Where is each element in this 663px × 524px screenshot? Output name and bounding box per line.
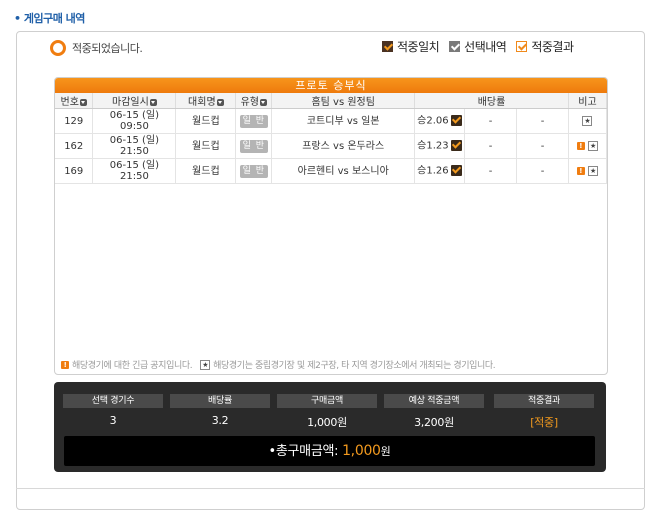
col-odds: 배당률 (414, 93, 569, 109)
legend-label: 적중일치 (397, 40, 440, 54)
row-match: 코트디부 vs 일본 (271, 108, 416, 134)
summary-value-expected: 3,200원 (414, 416, 454, 429)
row-odd-win: 승1.23 (414, 133, 466, 159)
summary-label-purchase: 구매금액 (277, 394, 377, 408)
col-deadline[interactable]: 마감일시 (92, 93, 177, 109)
total-label: •총구매금액: (268, 444, 339, 459)
row-no: 162 (55, 133, 94, 159)
checked-outline-checkbox-icon (516, 41, 528, 52)
summary-label-expected: 예상 적중금액 (384, 394, 484, 408)
bet-grid: 프로토 승부식 번호 마감일시 대회명 유형 홈팀 vs 원정팀 배당률 비고 … (54, 77, 608, 375)
checked-dark-checkbox-icon (382, 41, 393, 52)
row-deadline: 06-15 (일) 21:50 (92, 133, 177, 159)
row-odd-win: 승1.26 (414, 158, 466, 184)
legend-item-selection: 선택내역 (449, 38, 507, 55)
checked-dark-checkbox-icon (450, 140, 462, 152)
note-urgent: ! 해당경기에 대한 긴급 공지입니다. (61, 358, 193, 371)
table-row: 162 06-15 (일) 21:50 월드컵 일 반 프랑스 vs 온두라스 승… (55, 133, 607, 159)
sort-icon[interactable] (260, 98, 268, 106)
row-odd-win: 승2.06 (414, 108, 466, 134)
table-row: 129 06-15 (일) 09:50 월드컵 일 반 코트디부 vs 일본 승2… (55, 108, 607, 134)
col-league[interactable]: 대회명 (175, 93, 237, 109)
row-type: 일 반 (235, 158, 273, 184)
row-odd-draw: - (464, 158, 518, 184)
summary-value-games: 3 (109, 414, 117, 427)
exclamation-icon: ! (576, 166, 585, 175)
summary-value-odds: 3.2 (211, 414, 229, 427)
type-badge: 일 반 (239, 139, 269, 153)
star-icon: ★ (200, 359, 211, 370)
row-type: 일 반 (235, 108, 273, 134)
row-no: 129 (55, 108, 94, 134)
row-league: 월드컵 (175, 133, 237, 159)
star-icon: ★ (588, 165, 599, 176)
sort-icon[interactable] (216, 98, 224, 106)
status-row: 적중되었습니다. (50, 40, 143, 56)
sort-icon[interactable] (149, 98, 157, 106)
col-type[interactable]: 유형 (235, 93, 273, 109)
row-note: ! ★ (568, 158, 607, 184)
col-note: 비고 (568, 93, 607, 109)
row-note: ! ★ (568, 133, 607, 159)
legend-item-result: 적중결과 (516, 38, 574, 55)
summary-panel: 선택 경기수 배당률 구매금액 예상 적중금액 적중결과 3 3.2 1,000… (54, 382, 606, 472)
row-note: ★ (568, 108, 607, 134)
col-match: 홈팀 vs 원정팀 (271, 93, 416, 109)
star-icon: ★ (582, 115, 593, 126)
status-ring-icon (50, 40, 66, 56)
row-odd-draw: - (464, 108, 518, 134)
exclamation-icon: ! (576, 141, 585, 150)
grid-notes: ! 해당경기에 대한 긴급 공지입니다. ★ 해당경기는 중립경기장 및 제2구… (61, 358, 496, 371)
row-odd-lose: - (516, 158, 569, 184)
bet-table: 번호 마감일시 대회명 유형 홈팀 vs 원정팀 배당률 비고 129 06-1… (55, 93, 607, 184)
note-neutral-venue: ★ 해당경기는 중립경기장 및 제2구장, 타 지역 경기장소에서 개최되는 경… (200, 358, 496, 371)
row-odd-draw: - (464, 133, 518, 159)
status-text: 적중되었습니다. (72, 42, 143, 55)
legend-label: 선택내역 (464, 40, 507, 54)
row-odd-lose: - (516, 108, 569, 134)
col-no[interactable]: 번호 (55, 93, 94, 109)
legend-item-hit-match: 적중일치 (382, 38, 440, 55)
total-amount: 1,000 (342, 443, 381, 459)
header-row: 번호 마감일시 대회명 유형 홈팀 vs 원정팀 배당률 비고 (55, 93, 607, 109)
row-deadline: 06-15 (일) 09:50 (92, 108, 177, 134)
total-unit: 원 (380, 445, 391, 458)
row-type: 일 반 (235, 133, 273, 159)
page-title: • 게임구매 내역 (14, 12, 85, 25)
total-purchase-bar: •총구매금액: 1,000원 (64, 436, 595, 466)
summary-label-result: 적중결과 (494, 394, 594, 408)
grid-title: 프로토 승부식 (55, 78, 607, 93)
type-badge: 일 반 (239, 114, 269, 128)
legend-label: 적중결과 (531, 40, 574, 54)
row-league: 월드컵 (175, 158, 237, 184)
checked-gray-checkbox-icon (449, 41, 461, 52)
row-deadline: 06-15 (일) 21:50 (92, 158, 177, 184)
row-no: 169 (55, 158, 94, 184)
summary-label-odds: 배당률 (170, 394, 270, 408)
row-match: 아르헨티 vs 보스니아 (271, 158, 416, 184)
checked-dark-checkbox-icon (450, 165, 462, 177)
row-league: 월드컵 (175, 108, 237, 134)
panel-divider (16, 488, 645, 489)
sort-icon[interactable] (79, 98, 87, 106)
star-icon: ★ (588, 140, 599, 151)
summary-label-games: 선택 경기수 (63, 394, 163, 408)
legend: 적중일치 선택내역 적중결과 (382, 38, 574, 55)
summary-value-purchase: 1,000원 (307, 416, 347, 429)
row-match: 프랑스 vs 온두라스 (271, 133, 416, 159)
exclamation-icon: ! (61, 360, 69, 369)
type-badge: 일 반 (239, 164, 269, 178)
row-odd-lose: - (516, 133, 569, 159)
table-row: 169 06-15 (일) 21:50 월드컵 일 반 아르헨티 vs 보스니아 … (55, 158, 607, 184)
summary-value-result: [적중] (530, 416, 558, 429)
checked-dark-checkbox-icon (450, 115, 462, 127)
